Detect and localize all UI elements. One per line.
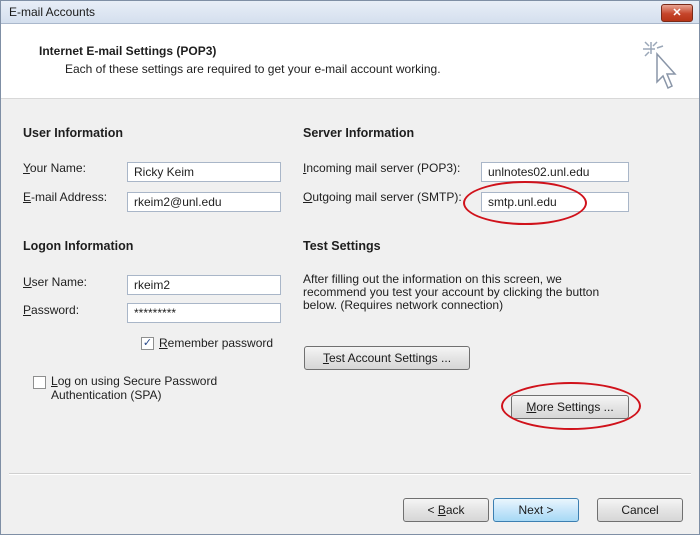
incoming-server-label: Incoming mail server (POP3): (303, 161, 461, 175)
server-information-heading: Server Information (303, 126, 415, 140)
spa-label[interactable]: Log on using Secure Password Authenticati… (51, 374, 217, 402)
spa-checkbox[interactable] (33, 376, 46, 389)
email-address-input[interactable]: rkeim2@unl.edu (127, 192, 281, 212)
header-subtitle: Each of these settings are required to g… (65, 62, 441, 76)
your-name-input[interactable]: Ricky Keim (127, 162, 281, 182)
dialog-footer: < Back Next > Cancel (1, 475, 699, 534)
cursor-click-icon (643, 41, 677, 90)
cancel-button[interactable]: Cancel (597, 498, 683, 522)
test-settings-heading: Test Settings (303, 239, 381, 253)
header-title: Internet E-mail Settings (POP3) (39, 44, 217, 58)
logon-information-heading: Logon Information (23, 239, 134, 253)
outgoing-server-input[interactable]: smtp.unl.edu (481, 192, 629, 212)
close-button[interactable]: ✕ (661, 4, 693, 22)
title-bar[interactable]: E-mail Accounts ✕ (1, 1, 699, 24)
your-name-label: Your Name: (23, 161, 86, 175)
window-title: E-mail Accounts (9, 5, 96, 19)
password-input[interactable]: ********* (127, 303, 281, 323)
dialog-header: Internet E-mail Settings (POP3) Each of … (1, 24, 699, 99)
incoming-server-input[interactable]: unlnotes02.unl.edu (481, 162, 629, 182)
next-button[interactable]: Next > (493, 498, 579, 522)
user-name-input[interactable]: rkeim2 (127, 275, 281, 295)
outgoing-server-label: Outgoing mail server (SMTP): (303, 190, 462, 204)
email-accounts-dialog: E-mail Accounts ✕ Internet E-mail Settin… (0, 0, 700, 535)
remember-password-checkbox[interactable]: ✓ (141, 337, 154, 350)
user-information-heading: User Information (23, 126, 124, 140)
user-name-label: User Name: (23, 275, 88, 289)
remember-password-label[interactable]: Remember password (159, 336, 273, 350)
test-account-settings-button[interactable]: Test Account Settings ... (304, 346, 470, 370)
password-label: Password: (23, 303, 80, 317)
more-settings-button[interactable]: More Settings ... (511, 395, 629, 419)
email-address-label: E-mail Address: (23, 190, 108, 204)
back-button[interactable]: < Back (403, 498, 489, 522)
test-settings-description: After filling out the information on thi… (303, 272, 600, 312)
